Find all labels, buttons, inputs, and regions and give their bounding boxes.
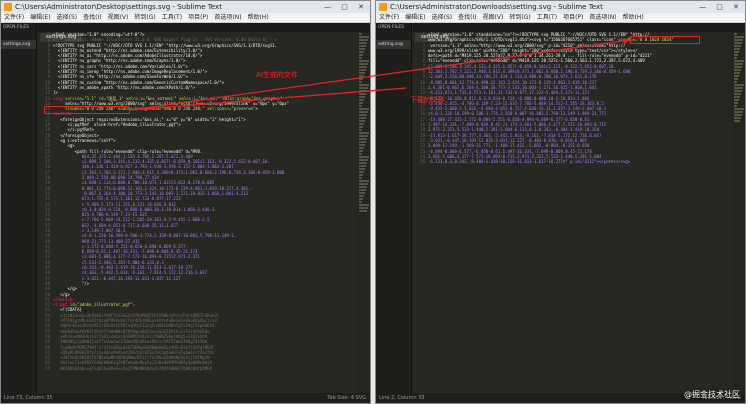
ai-file-label: AI生成的文件 bbox=[256, 71, 298, 79]
downloaded-file-label: 下载的文件 bbox=[410, 96, 445, 104]
arrow-line-ai bbox=[129, 39, 631, 111]
annotation-arrows bbox=[129, 39, 631, 111]
watermark: @掘金技术社区 bbox=[684, 390, 740, 399]
